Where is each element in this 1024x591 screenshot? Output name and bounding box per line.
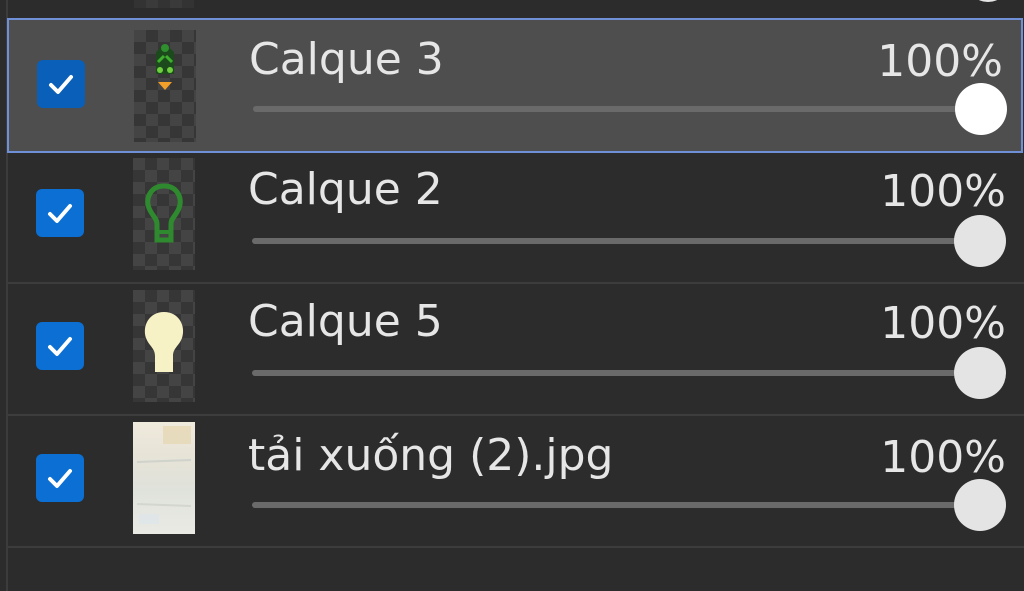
green-creature-icon	[156, 44, 174, 90]
layers-panel: Calque 3 100% Calque 2 100% Calque 5 100…	[0, 0, 1024, 591]
photo-thumbnail	[133, 422, 195, 534]
layer-row-photo[interactable]: tải xuống (2).jpg 100%	[8, 416, 1024, 548]
layer-visibility-checkbox[interactable]	[36, 322, 84, 370]
opacity-slider-knob[interactable]	[954, 479, 1006, 531]
checkmark-icon	[49, 75, 73, 94]
opacity-slider-track[interactable]	[253, 106, 983, 112]
green-outline-bulb-icon	[145, 183, 183, 243]
layer-thumbnail	[134, 30, 196, 142]
layer-opacity-value: 100%	[880, 298, 1006, 349]
layer-thumbnail	[133, 158, 195, 270]
layer-visibility-checkbox[interactable]	[37, 60, 85, 108]
opacity-slider-track[interactable]	[252, 370, 982, 376]
previous-layer-opacity-knob[interactable]	[966, 0, 1010, 2]
checkmark-icon	[48, 469, 72, 488]
opacity-slider-knob[interactable]	[954, 215, 1006, 267]
checkmark-icon	[48, 204, 72, 223]
opacity-slider-track[interactable]	[252, 502, 982, 508]
previous-layer-row-partial	[8, 0, 1024, 16]
layer-name[interactable]: Calque 2	[248, 164, 443, 215]
layer-visibility-checkbox[interactable]	[36, 189, 84, 237]
opacity-slider-knob[interactable]	[955, 83, 1007, 135]
layer-name[interactable]: Calque 3	[249, 34, 444, 85]
opacity-slider-knob[interactable]	[954, 347, 1006, 399]
checkmark-icon	[48, 337, 72, 356]
layer-name[interactable]: Calque 5	[248, 296, 443, 347]
layer-opacity-value: 100%	[880, 432, 1006, 483]
layer-row-calque-5[interactable]: Calque 5 100%	[8, 284, 1024, 416]
layer-opacity-value: 100%	[877, 36, 1003, 87]
layer-row-calque-3[interactable]: Calque 3 100%	[7, 18, 1023, 153]
layer-opacity-value: 100%	[880, 166, 1006, 217]
layer-row-calque-2[interactable]: Calque 2 100%	[8, 152, 1024, 284]
opacity-slider-track[interactable]	[252, 238, 982, 244]
layer-visibility-checkbox[interactable]	[36, 454, 84, 502]
cream-bulb-icon	[144, 312, 184, 372]
previous-layer-thumbnail	[134, 0, 194, 8]
photo-thumbnail-image	[136, 426, 192, 524]
layer-thumbnail	[133, 290, 195, 402]
layer-name[interactable]: tải xuống (2).jpg	[248, 430, 613, 481]
